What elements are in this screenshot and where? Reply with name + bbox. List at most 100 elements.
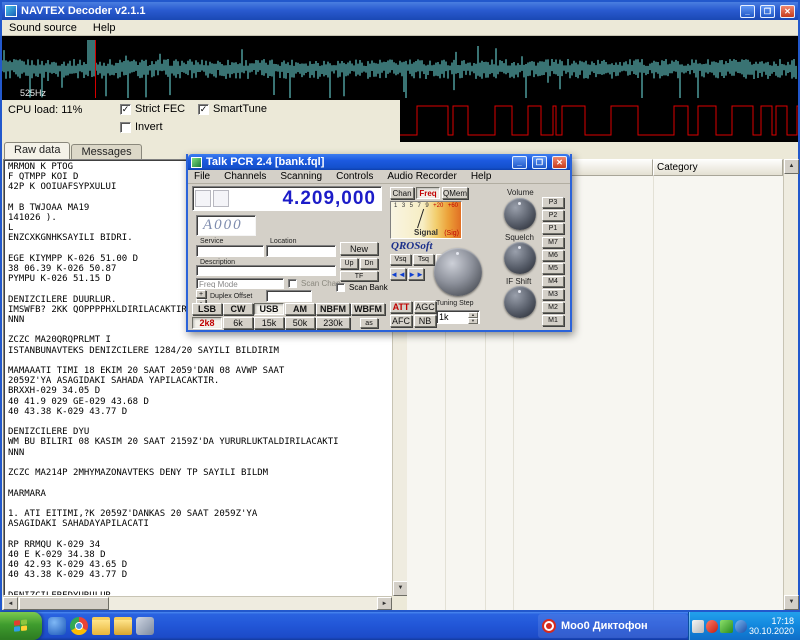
filter-button-6k[interactable]: 6k [223, 317, 253, 329]
if-shift-knob[interactable] [504, 286, 536, 318]
description-field[interactable] [196, 265, 336, 276]
start-button[interactable] [0, 612, 42, 640]
media-player-icon[interactable] [136, 617, 154, 635]
folder-icon[interactable] [114, 617, 132, 635]
menu-item-file[interactable]: File [188, 171, 216, 182]
menu-item-audio-recorder[interactable]: Audio Recorder [381, 171, 462, 182]
mode-button-lsb[interactable]: LSB [192, 303, 222, 315]
scroll-right-button[interactable]: ► [377, 597, 392, 610]
duplex-plus-button[interactable]: + [196, 290, 206, 298]
vsq-button[interactable]: Vsq [390, 254, 411, 265]
memory-button-p2[interactable]: P2 [542, 210, 564, 221]
memory-button-p1[interactable]: P1 [542, 223, 564, 234]
raw-data-horizontal-scrollbar[interactable]: ◄ ► [3, 596, 392, 610]
meter-sub-label: (Sig) [444, 230, 459, 237]
tuning-knob[interactable] [434, 248, 482, 296]
navtex-minimize-button[interactable]: _ [740, 5, 755, 18]
talkpcr-close-button[interactable]: ✕ [552, 156, 567, 169]
location-field[interactable] [266, 245, 336, 257]
checkbox-box [288, 279, 297, 288]
navtex-close-button[interactable]: ✕ [780, 5, 795, 18]
filter-small-button[interactable]: as [360, 318, 378, 328]
tray-app-icon[interactable] [706, 620, 718, 633]
nb-button[interactable]: NB [414, 315, 436, 327]
frequency-marker-label: 525Hz [20, 88, 46, 98]
talkpcr-minimize-button[interactable]: _ [512, 156, 527, 169]
memory-button-m1[interactable]: M1 [542, 315, 564, 326]
memory-button-p3[interactable]: P3 [542, 197, 564, 208]
invert-checkbox[interactable]: Invert [120, 121, 163, 133]
mode-button-wbfm[interactable]: WBFM [351, 303, 385, 315]
memory-button-m4[interactable]: M4 [542, 276, 564, 287]
tsq-button[interactable]: Tsq [413, 254, 434, 265]
navtex-maximize-button[interactable]: ❐ [760, 5, 775, 18]
menu-item-sound-source[interactable]: Sound source [2, 21, 84, 35]
volume-knob[interactable] [504, 198, 536, 230]
memory-button-m5[interactable]: M5 [542, 263, 564, 274]
memory-button-m2[interactable]: M2 [542, 302, 564, 313]
scan-bank-checkbox[interactable]: Scan Bank [336, 283, 388, 292]
memory-button-m3[interactable]: M3 [542, 289, 564, 300]
scan-chan-checkbox[interactable]: Scan Chan [288, 279, 341, 288]
menu-item-scanning[interactable]: Scanning [274, 171, 328, 182]
spectrum-display[interactable]: 525Hz [2, 36, 798, 100]
up-button[interactable]: Up [340, 258, 358, 269]
tuning-step-select[interactable]: 1k ▲▼ [436, 310, 480, 324]
filter-button-50k[interactable]: 50k [285, 317, 315, 329]
scroll-thumb[interactable] [19, 597, 109, 610]
freq-button[interactable]: Freq [416, 187, 440, 199]
scroll-down-button[interactable]: ▼ [784, 595, 799, 610]
frequency-display: 4.209,000 [282, 188, 376, 210]
menu-item-help[interactable]: Help [86, 21, 123, 35]
tf-button[interactable]: TF [340, 271, 378, 281]
menu-item-channels[interactable]: Channels [218, 171, 272, 182]
tray-app-icon[interactable] [720, 620, 732, 633]
talkpcr-titlebar[interactable]: Talk PCR 2.4 [bank.fql] _ ❐ ✕ [188, 154, 570, 170]
dn-button[interactable]: Dn [360, 258, 378, 269]
mode-combo[interactable]: Freq Mode [196, 278, 284, 289]
agc-button[interactable]: AGC [414, 301, 436, 313]
folder-icon[interactable] [92, 617, 110, 635]
menu-item-help[interactable]: Help [465, 171, 498, 182]
menu-item-controls[interactable]: Controls [330, 171, 379, 182]
afc-button[interactable]: AFC [390, 315, 412, 327]
squelch-knob[interactable] [504, 242, 536, 274]
mode-button-nbfm[interactable]: NBFM [316, 303, 350, 315]
chrome-icon[interactable] [70, 617, 88, 635]
scroll-down-button[interactable]: ▼ [393, 581, 408, 596]
smarttune-checkbox[interactable]: ✓ SmartTune [198, 103, 267, 115]
att-button[interactable]: ATT [390, 301, 412, 313]
squelch-label: Squelch [505, 233, 534, 242]
tab-raw-data[interactable]: Raw data [4, 142, 70, 159]
mode-button-am[interactable]: AM [285, 303, 315, 315]
table-vertical-scrollbar[interactable]: ▲ ▼ [783, 159, 798, 610]
mode-button-usb[interactable]: USB [254, 303, 284, 315]
previous-bank-button[interactable]: ◄◄ [390, 268, 406, 280]
tray-app-icon[interactable] [692, 620, 704, 633]
navtex-titlebar[interactable]: NAVTEX Decoder v2.1.1 _ ❐ ✕ [2, 2, 798, 20]
talkpcr-maximize-button[interactable]: ❐ [532, 156, 547, 169]
memory-button-m7[interactable]: M7 [542, 237, 564, 248]
duplex-offset-field[interactable] [266, 290, 312, 302]
next-bank-button[interactable]: ►► [408, 268, 424, 280]
strict-fec-checkbox[interactable]: ✓ Strict FEC [120, 103, 185, 115]
new-button[interactable]: New [340, 242, 378, 255]
spinner[interactable]: ▲▼ [468, 312, 478, 322]
spin-down-icon: ▼ [468, 318, 478, 324]
filter-button-15k[interactable]: 15k [254, 317, 284, 329]
filter-button-230k[interactable]: 230k [316, 317, 350, 329]
filter-button-2k8[interactable]: 2k8 [192, 317, 222, 329]
service-field[interactable] [196, 245, 264, 257]
memory-button-m6[interactable]: M6 [542, 250, 564, 261]
qmem-button[interactable]: QMem [442, 187, 468, 199]
scroll-left-button[interactable]: ◄ [3, 597, 18, 610]
tab-messages[interactable]: Messages [71, 144, 141, 159]
chan-button[interactable]: Chan [390, 187, 414, 199]
tray-app-icon[interactable] [735, 620, 747, 633]
mode-button-cw[interactable]: CW [223, 303, 253, 315]
moo0-recorder-button[interactable]: Моо0 Диктофон [538, 614, 688, 638]
browser-icon[interactable] [48, 617, 66, 635]
column-header-category[interactable]: Category [653, 159, 783, 176]
taskbar-clock[interactable]: 17:18 30.10.2020 [749, 616, 800, 636]
scroll-up-button[interactable]: ▲ [784, 159, 799, 174]
